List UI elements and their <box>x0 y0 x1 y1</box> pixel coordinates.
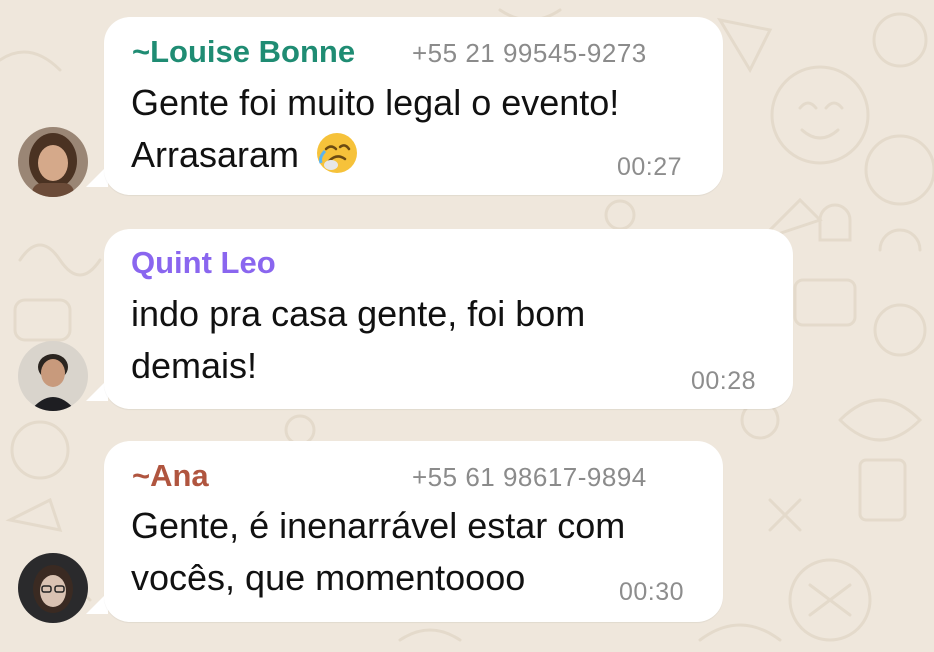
message-text-line-2: vocês, que momentoooo <box>131 557 526 598</box>
sender-name[interactable]: ~Ana <box>132 458 209 494</box>
message-timestamp: 00:27 <box>617 153 683 181</box>
avatar-ana <box>18 553 88 623</box>
message-text-line-1: Gente foi muito legal o evento! <box>131 82 620 123</box>
message-text-line-2-text: Arrasaram <box>131 134 300 175</box>
message-timestamp: 00:28 <box>691 367 757 395</box>
avatar[interactable] <box>18 341 88 411</box>
crying-laughing-face-emoji-icon <box>317 133 358 173</box>
sender-name[interactable]: Quint Leo <box>131 245 276 281</box>
avatar[interactable] <box>18 127 88 197</box>
avatar-quint-leo <box>18 341 88 411</box>
sender-name[interactable]: ~Louise Bonne <box>132 34 355 70</box>
avatar[interactable] <box>18 553 88 623</box>
sender-phone: +55 21 99545-9273 <box>412 38 647 68</box>
message-text-line-1: Gente, é inenarrável estar com <box>131 505 626 546</box>
sender-phone: +55 61 98617-9894 <box>412 462 647 492</box>
message-text-line-1: indo pra casa gente, foi bom <box>131 293 586 334</box>
message-text-line-2: Arrasaram <box>131 128 359 182</box>
message-timestamp: 00:30 <box>619 578 685 606</box>
message-text-line-2: demais! <box>131 345 258 386</box>
avatar-louise-bonne <box>18 127 88 197</box>
